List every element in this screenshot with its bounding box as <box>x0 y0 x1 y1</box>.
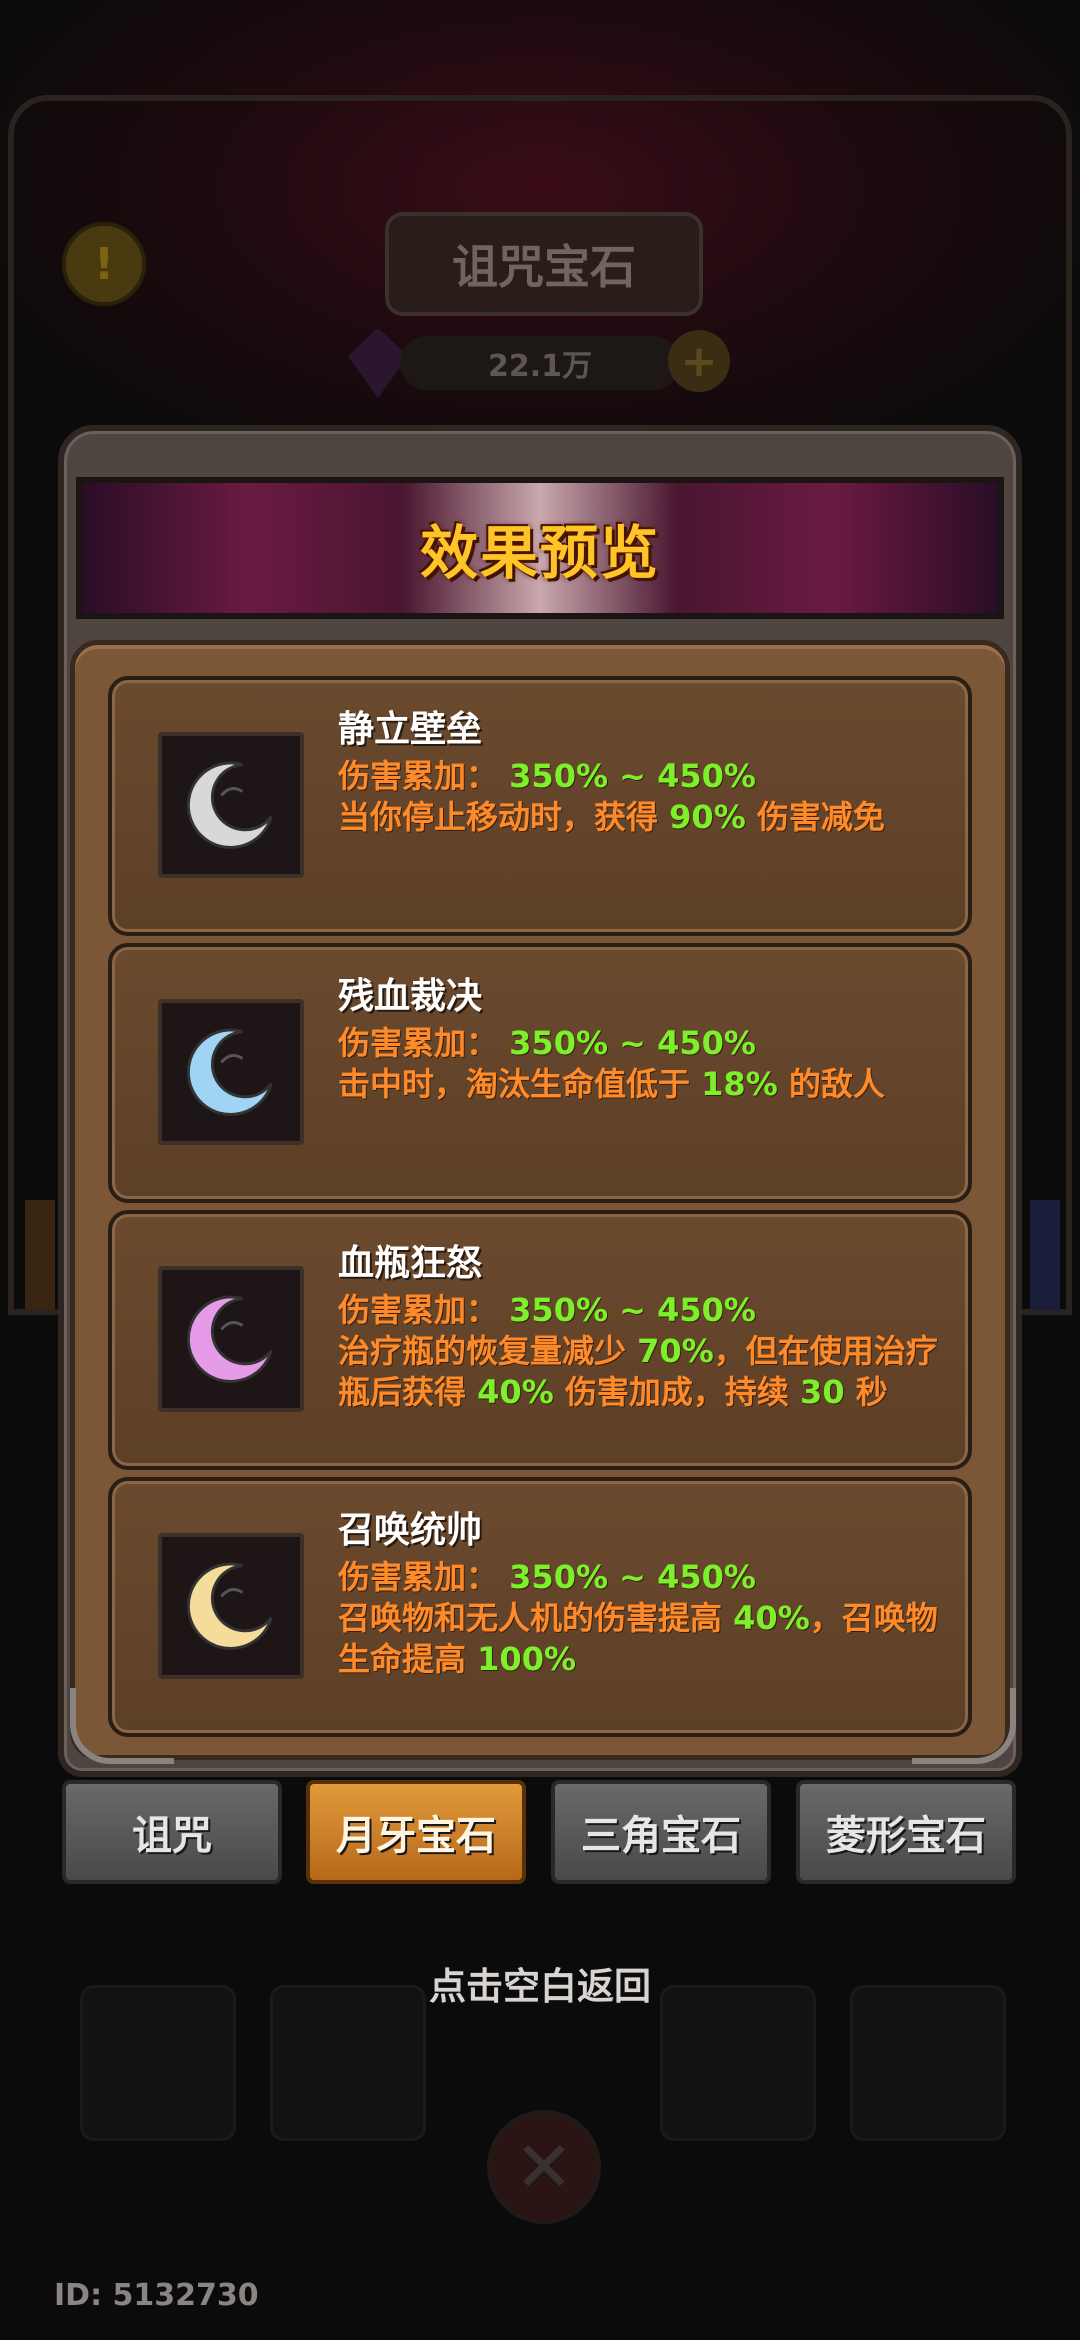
effect-text: 的敌人 <box>777 1065 885 1103</box>
currency-amount: 22.1万 <box>400 336 680 390</box>
effect-name: 召唤统帅 <box>338 1510 483 1551</box>
effect-highlight-value: 40% <box>733 1599 810 1637</box>
effect-highlight-value: 90% <box>669 798 746 836</box>
effect-highlight-value: 70% <box>637 1332 714 1370</box>
damage-stack-label: 伤害累加： <box>338 1024 499 1062</box>
damage-stack-label: 伤害累加： <box>338 1291 499 1329</box>
damage-stack-value: 350% ~ 450% <box>498 1558 756 1596</box>
damage-stack-value: 350% ~ 450% <box>498 1024 756 1062</box>
gold-crescent-icon <box>158 1533 304 1679</box>
effect-highlight-value: 40% <box>477 1373 554 1411</box>
effect-name: 残血裁决 <box>338 976 483 1017</box>
effect-description: 伤害累加： 350% ~ 450% 治疗瓶的恢复量减少 70%，但在使用治疗瓶后获… <box>338 1290 938 1413</box>
effect-highlight-value: 30 <box>800 1373 845 1411</box>
effect-description: 伤害累加： 350% ~ 450% 召唤物和无人机的伤害提高 40%，召唤物生命提… <box>338 1557 938 1680</box>
silver-crescent-icon <box>158 732 304 878</box>
damage-stack-label: 伤害累加： <box>338 757 499 795</box>
effect-text: 召唤物和无人机的伤害提高 <box>338 1599 734 1637</box>
damage-stack-value: 350% ~ 450% <box>498 757 756 795</box>
effect-highlight-value: 18% <box>701 1065 778 1103</box>
effect-item: 召唤统帅伤害累加： 350% ~ 450% 召唤物和无人机的伤害提高 40%，召唤… <box>108 1477 972 1737</box>
effect-description: 伤害累加： 350% ~ 450% 当你停止移动时，获得 90% 伤害减免 <box>338 756 938 838</box>
background-side-button-right <box>1030 1200 1060 1310</box>
tab-triangle-gem[interactable]: 三角宝石 <box>551 1780 771 1884</box>
tap-blank-to-return-hint[interactable]: 点击空白返回 <box>0 1956 1080 2010</box>
user-id: ID: 5132730 <box>54 2278 259 2313</box>
effect-description: 伤害累加： 350% ~ 450% 击中时，淘汰生命值低于 18% 的敌人 <box>338 1023 938 1105</box>
effect-text: 伤害减免 <box>745 798 885 836</box>
purple-crescent-icon <box>158 1266 304 1412</box>
damage-stack-value: 350% ~ 450% <box>498 1291 756 1329</box>
tab-rhombus-gem[interactable]: 菱形宝石 <box>796 1780 1016 1884</box>
close-x-icon: ✕ <box>487 2110 601 2224</box>
effect-item: 血瓶狂怒伤害累加： 350% ~ 450% 治疗瓶的恢复量减少 70%，但在使用治… <box>108 1210 972 1470</box>
effect-highlight-value: 100% <box>477 1640 577 1678</box>
effect-item: 残血裁决伤害累加： 350% ~ 450% 击中时，淘汰生命值低于 18% 的敌人 <box>108 943 972 1203</box>
effect-text: 秒 <box>844 1373 888 1411</box>
tab-crescent-gem[interactable]: 月牙宝石 <box>306 1780 526 1884</box>
blue-crescent-icon <box>158 999 304 1145</box>
effect-name: 静立壁垒 <box>338 709 483 750</box>
effect-text: 伤害加成，持续 <box>553 1373 801 1411</box>
background-title: 诅咒宝石 <box>385 212 703 316</box>
effect-text: 击中时，淘汰生命值低于 <box>338 1065 702 1103</box>
popup-title: 效果预览 <box>419 519 660 587</box>
damage-stack-label: 伤害累加： <box>338 1558 499 1596</box>
effect-name: 血瓶狂怒 <box>338 1243 483 1284</box>
effect-item: 静立壁垒伤害累加： 350% ~ 450% 当你停止移动时，获得 90% 伤害减免 <box>108 676 972 936</box>
effect-text: 当你停止移动时，获得 <box>338 798 670 836</box>
background-side-button-left <box>25 1200 55 1310</box>
popup-banner: 效果预览 <box>76 477 1004 619</box>
effect-text: 治疗瓶的恢复量减少 <box>338 1332 638 1370</box>
tab-curse[interactable]: 诅咒 <box>62 1780 282 1884</box>
warning-icon: ! <box>62 222 146 306</box>
add-currency-icon: + <box>668 330 730 392</box>
